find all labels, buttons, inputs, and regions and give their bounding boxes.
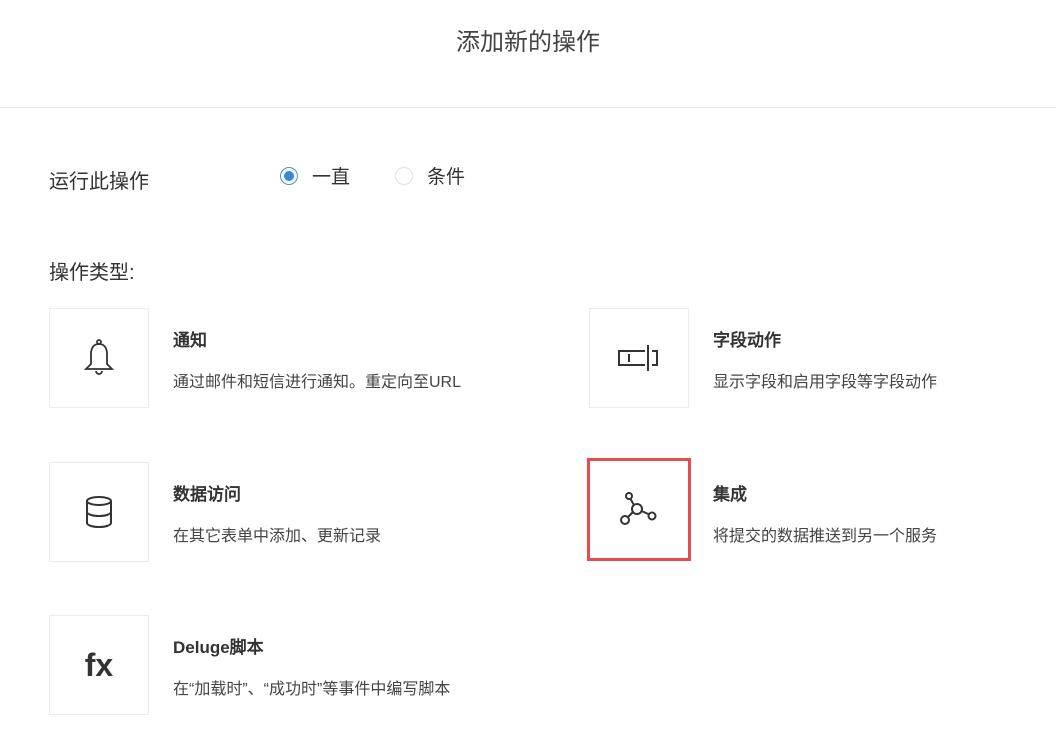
radio-always[interactable]: 一直 <box>280 162 350 189</box>
card-description: 通过邮件和短信进行通知。重定向至URL <box>173 374 462 391</box>
radio-circle-checked[interactable] <box>280 166 298 185</box>
database-icon <box>49 462 149 562</box>
run-action-label: 运行此操作 <box>49 171 149 193</box>
radio-circle[interactable] <box>395 166 413 185</box>
field-action-icon <box>589 308 689 408</box>
action-card-notification[interactable]: 通知 通过邮件和短信进行通知。重定向至URL <box>49 308 569 408</box>
action-card-integration[interactable]: 集成 将提交的数据推送到另一个服务 <box>587 458 1056 562</box>
card-title: Deluge脚本 <box>173 638 264 657</box>
integration-icon <box>587 458 691 561</box>
radio-always-label: 一直 <box>312 167 351 188</box>
card-title: 数据访问 <box>173 485 241 504</box>
card-description: 在其它表单中添加、更新记录 <box>173 528 382 545</box>
card-description: 将提交的数据推送到另一个服务 <box>713 528 938 545</box>
bell-icon <box>49 308 149 408</box>
action-type-label: 操作类型: <box>49 262 135 284</box>
fx-icon-text: fx <box>84 646 114 683</box>
card-title: 字段动作 <box>713 331 781 350</box>
dialog-header: 添加新的操作 <box>0 0 1056 108</box>
card-description: 在“加载时”、“成功时”等事件中编写脚本 <box>173 681 451 698</box>
action-card-data-access[interactable]: 数据访问 在其它表单中添加、更新记录 <box>49 462 569 562</box>
card-title: 通知 <box>173 331 207 350</box>
radio-condition-label: 条件 <box>427 167 466 188</box>
card-title: 集成 <box>713 485 747 504</box>
card-description: 显示字段和启用字段等字段动作 <box>713 374 938 391</box>
radio-condition[interactable]: 条件 <box>395 162 465 189</box>
fx-icon: fx <box>49 615 149 715</box>
action-card-deluge-script[interactable]: fx Deluge脚本 在“加载时”、“成功时”等事件中编写脚本 <box>49 615 569 715</box>
dialog-title: 添加新的操作 <box>456 29 600 56</box>
action-card-field-action[interactable]: 字段动作 显示字段和启用字段等字段动作 <box>589 308 1056 408</box>
